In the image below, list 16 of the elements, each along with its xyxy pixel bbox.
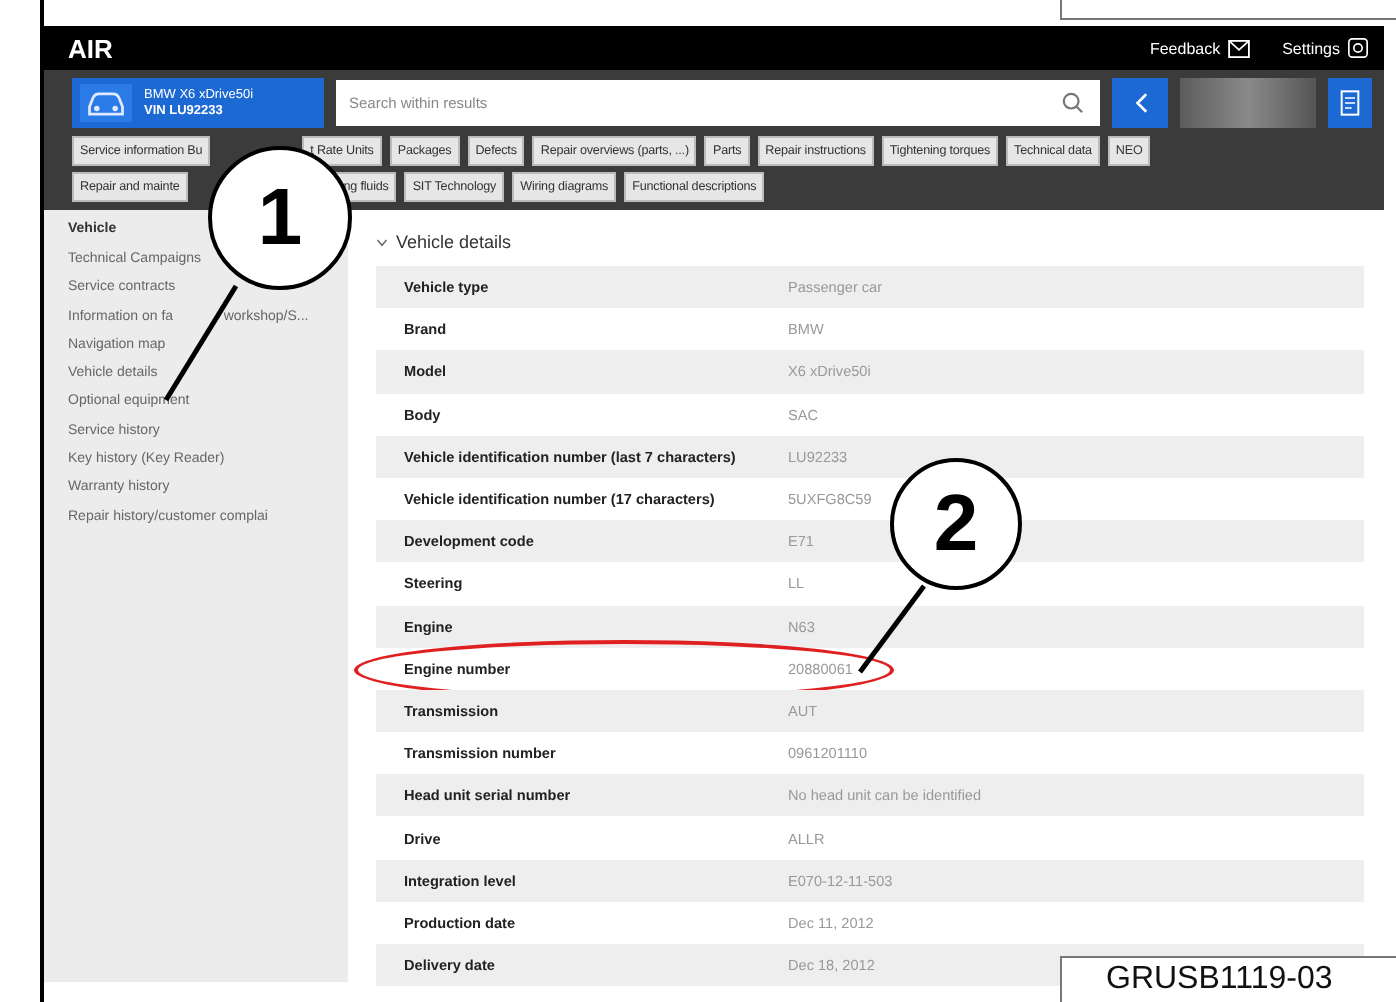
search-icon <box>1062 92 1085 114</box>
app-title: AIR <box>68 33 113 63</box>
feedback-link[interactable]: Feedback <box>1149 38 1251 58</box>
figure-label: GRUSB1119-03 <box>1060 956 1396 1002</box>
document-button[interactable] <box>1328 78 1372 128</box>
settings-link[interactable]: Settings <box>1282 38 1368 58</box>
back-button[interactable] <box>1112 78 1169 128</box>
chevron-left-icon <box>1133 92 1148 114</box>
section-heading: Vehicle details <box>396 232 512 252</box>
gear-icon <box>1348 38 1368 58</box>
chevron-down-icon <box>376 237 388 247</box>
document-icon <box>1340 88 1360 118</box>
blurred-area <box>1180 78 1316 128</box>
leader-line <box>858 584 926 674</box>
mail-icon <box>1228 39 1251 57</box>
car-icon <box>80 84 132 122</box>
